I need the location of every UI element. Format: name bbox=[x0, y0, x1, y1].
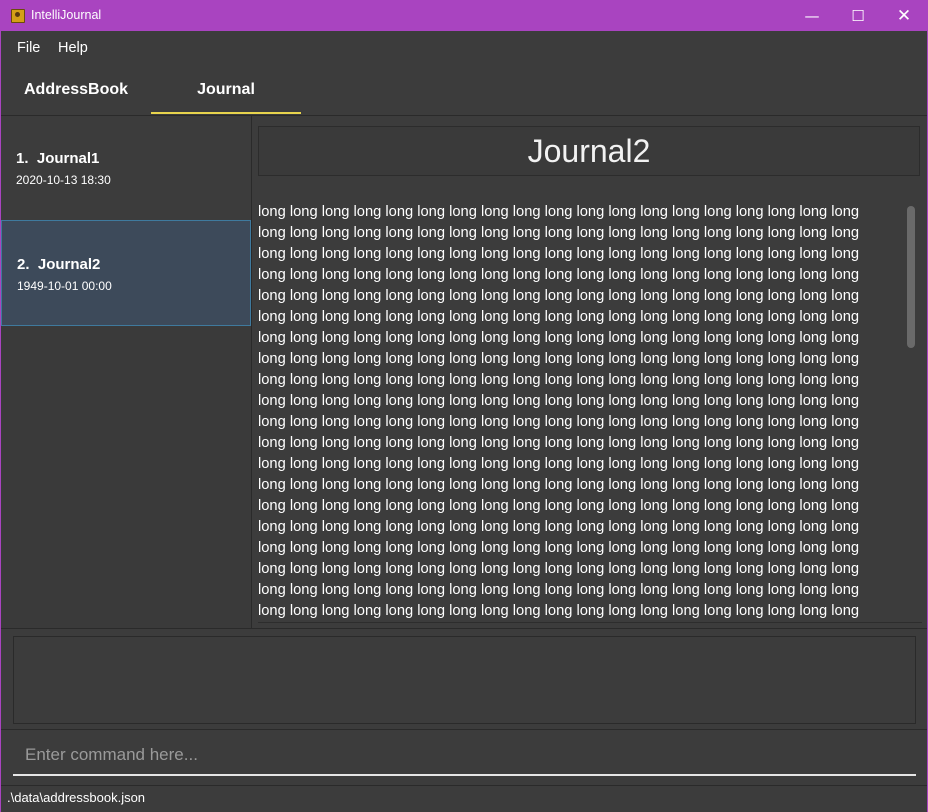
journal-body-line: long long long long long long long long … bbox=[258, 435, 860, 451]
journal-body-line: long long long long long long long long … bbox=[258, 288, 860, 304]
list-item-title: 2. Journal2 bbox=[17, 256, 101, 273]
status-bar: .\data\addressbook.json bbox=[1, 785, 927, 812]
journal-body-line: long long long long long long long long … bbox=[258, 519, 860, 535]
journal-body-line: long long long long long long long long … bbox=[258, 603, 860, 619]
list-item-date: 2020-10-13 18:30 bbox=[16, 173, 111, 187]
command-input[interactable] bbox=[13, 736, 916, 774]
list-item-journal1[interactable]: 1. Journal1 2020-10-13 18:30 bbox=[1, 116, 251, 222]
journal-scrollbar[interactable] bbox=[904, 202, 916, 620]
journal-body-line: long long long long long long long long … bbox=[258, 372, 860, 388]
result-display bbox=[13, 636, 916, 724]
journal-body-line: long long long long long long long long … bbox=[258, 267, 860, 283]
journal-body-line: long long long long long long long long … bbox=[258, 330, 860, 346]
app-window: IntelliJournal — ☐ ✕ File Help AddressBo… bbox=[0, 0, 928, 812]
command-box bbox=[13, 736, 916, 776]
journal-body-line: long long long long long long long long … bbox=[258, 477, 860, 493]
journal-body-line: long long long long long long long long … bbox=[258, 561, 860, 577]
divider bbox=[1, 729, 927, 730]
journal-body-line: long long long long long long long long … bbox=[258, 246, 860, 262]
journal-body-line: long long long long long long long long … bbox=[258, 582, 860, 598]
maximize-button[interactable]: ☐ bbox=[835, 1, 881, 31]
journal-title: Journal2 bbox=[527, 133, 651, 169]
journal-body[interactable]: long long long long long long long long … bbox=[258, 202, 902, 620]
journal-body-line: long long long long long long long long … bbox=[258, 498, 860, 514]
journal-body-line: long long long long long long long long … bbox=[258, 309, 860, 325]
menu-bar: File Help bbox=[1, 31, 927, 65]
tab-journal[interactable]: Journal bbox=[151, 65, 301, 115]
journal-body-line: long long long long long long long long … bbox=[258, 414, 860, 430]
window-title: IntelliJournal bbox=[31, 8, 102, 22]
tab-bar: AddressBook Journal bbox=[1, 65, 927, 116]
title-bar[interactable]: IntelliJournal — ☐ ✕ bbox=[1, 1, 927, 31]
journal-title-box: Journal2 bbox=[258, 126, 920, 176]
selected-tab-indicator bbox=[151, 112, 301, 114]
menu-help[interactable]: Help bbox=[58, 40, 88, 56]
journal-body-line: long long long long long long long long … bbox=[258, 393, 860, 409]
journal-body-line: long long long long long long long long … bbox=[258, 225, 860, 241]
journal-body-line: long long long long long long long long … bbox=[258, 456, 860, 472]
save-location: .\data\addressbook.json bbox=[7, 790, 146, 805]
tab-addressbook[interactable]: AddressBook bbox=[1, 65, 151, 115]
app-icon bbox=[11, 9, 25, 23]
journal-list[interactable]: 1. Journal1 2020-10-13 18:30 2. Journal2… bbox=[1, 116, 252, 628]
journal-detail-pane: Journal2 long long long long long long l… bbox=[252, 116, 927, 628]
divider bbox=[258, 622, 922, 623]
scrollbar-thumb[interactable] bbox=[907, 206, 915, 348]
minimize-button[interactable]: — bbox=[789, 1, 835, 31]
menu-file[interactable]: File bbox=[17, 40, 40, 56]
list-item-title: 1. Journal1 bbox=[16, 150, 100, 167]
list-item-date: 1949-10-01 00:00 bbox=[17, 279, 112, 293]
journal-body-line: long long long long long long long long … bbox=[258, 204, 860, 220]
list-item-journal2[interactable]: 2. Journal2 1949-10-01 00:00 bbox=[1, 220, 251, 326]
journal-body-line: long long long long long long long long … bbox=[258, 351, 860, 367]
divider bbox=[1, 628, 927, 629]
close-button[interactable]: ✕ bbox=[881, 1, 927, 31]
journal-body-line: long long long long long long long long … bbox=[258, 540, 860, 556]
